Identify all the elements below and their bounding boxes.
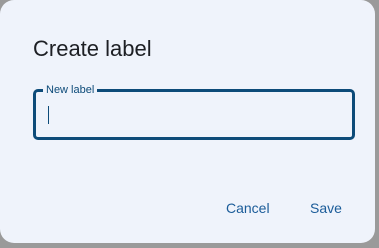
cancel-button[interactable]: Cancel xyxy=(226,200,270,216)
save-button[interactable]: Save xyxy=(310,200,342,216)
new-label-field[interactable]: New label xyxy=(33,83,355,140)
dialog-title: Create label xyxy=(33,36,152,61)
new-label-input[interactable] xyxy=(46,104,336,126)
create-label-dialog: Create label New label Cancel Save xyxy=(0,0,375,243)
new-label-field-label: New label xyxy=(43,83,98,97)
text-cursor xyxy=(48,106,49,124)
